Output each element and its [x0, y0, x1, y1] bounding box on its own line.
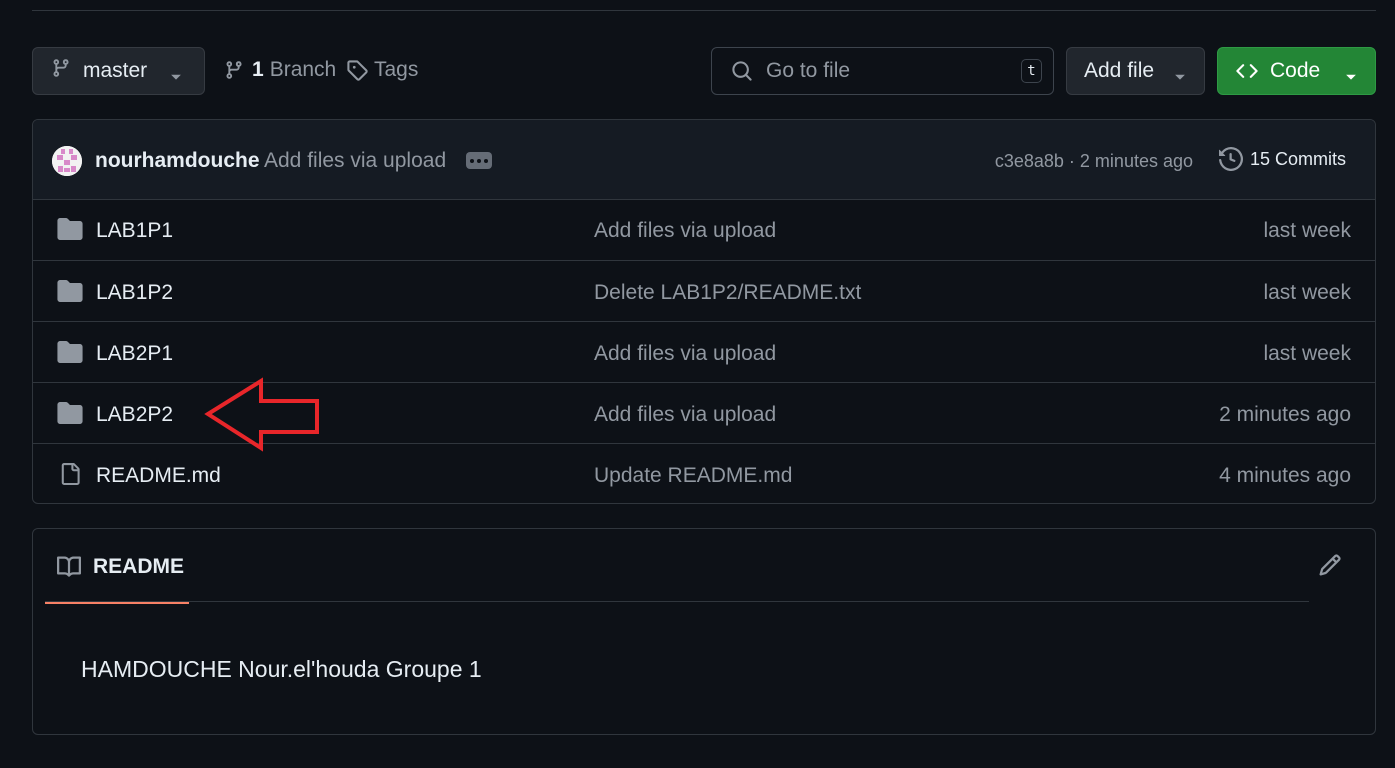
ellipsis-dot — [477, 158, 481, 163]
latest-commit-bar: nourhamdouche Add files via upload c3e8a… — [33, 120, 1375, 200]
meta-separator: · — [1068, 151, 1075, 171]
branches-link[interactable]: 1 Branch — [224, 58, 336, 82]
file-commit-message[interactable]: Update README.md — [594, 464, 792, 488]
folder-icon — [57, 280, 83, 307]
file-commit-time: 4 minutes ago — [1219, 464, 1351, 487]
code-label: Code — [1270, 59, 1321, 82]
file-name-link[interactable]: LAB2P2 — [96, 403, 173, 427]
file-row[interactable]: LAB2P1 Add files via upload last week — [33, 321, 1375, 382]
edit-readme-button[interactable] — [1318, 553, 1342, 577]
tab-readme[interactable]: README — [45, 529, 189, 604]
file-commit-message[interactable]: Add files via upload — [594, 403, 776, 427]
search-icon — [731, 60, 753, 82]
file-commit-time: last week — [1263, 342, 1351, 365]
file-name-link[interactable]: LAB1P2 — [96, 281, 173, 305]
tags-link[interactable]: Tags — [346, 58, 418, 82]
file-commit-time: last week — [1263, 281, 1351, 304]
readme-panel: README HAMDOUCHE Nour.el'houda Groupe 1 — [32, 528, 1376, 735]
readme-tab-label: README — [93, 555, 185, 578]
commits-history-link[interactable]: 15 Commits — [1219, 147, 1346, 171]
expand-commit-button[interactable] — [466, 152, 492, 169]
code-icon — [1236, 60, 1258, 82]
file-name-link[interactable]: LAB2P1 — [96, 342, 173, 366]
readme-divider — [45, 601, 1309, 602]
annotation-arrow — [204, 377, 319, 452]
caret-down-icon — [170, 65, 182, 89]
git-branch-icon — [51, 57, 71, 85]
branch-name: master — [83, 59, 148, 82]
folder-icon — [57, 341, 83, 368]
folder-icon — [57, 402, 83, 429]
readme-content: HAMDOUCHE Nour.el'houda Groupe 1 — [81, 656, 482, 682]
commits-count-label: 15 Commits — [1250, 148, 1347, 169]
history-icon — [1219, 147, 1243, 171]
commit-time: 2 minutes ago — [1079, 151, 1193, 171]
pencil-icon — [1318, 553, 1342, 577]
book-icon — [57, 555, 82, 584]
caret-down-icon — [1345, 65, 1357, 89]
file-row[interactable]: LAB1P1 Add files via upload last week — [33, 199, 1375, 260]
ellipsis-dot — [470, 158, 474, 163]
repo-toolbar: master 1 Branch Tags Go to file t Add fi… — [0, 0, 1395, 110]
add-file-label: Add file — [1084, 59, 1155, 82]
commit-author[interactable]: nourhamdouche — [95, 149, 260, 173]
file-icon — [59, 461, 81, 492]
tags-label: Tags — [374, 58, 419, 81]
tag-icon — [346, 59, 368, 81]
branch-count: 1 — [252, 58, 264, 81]
file-commit-time: 2 minutes ago — [1219, 403, 1351, 426]
file-name-link[interactable]: README.md — [96, 464, 221, 488]
branch-count-label: Branch — [269, 58, 337, 81]
file-commit-time: last week — [1263, 219, 1351, 242]
avatar[interactable] — [52, 146, 82, 176]
file-commit-message[interactable]: Delete LAB1P2/README.txt — [594, 281, 861, 305]
folder-icon — [57, 218, 83, 245]
ellipsis-dot — [484, 158, 488, 163]
file-name-link[interactable]: LAB1P1 — [96, 219, 173, 243]
file-commit-message[interactable]: Add files via upload — [594, 219, 776, 243]
commit-message[interactable]: Add files via upload — [264, 149, 446, 173]
code-button[interactable]: Code — [1217, 47, 1376, 95]
go-to-file-input[interactable]: Go to file t — [711, 47, 1054, 95]
git-branch-icon — [224, 59, 244, 81]
keyboard-shortcut-hint: t — [1021, 59, 1042, 83]
add-file-button[interactable]: Add file — [1066, 47, 1205, 95]
caret-down-icon — [1174, 65, 1186, 89]
search-placeholder: Go to file — [766, 59, 851, 82]
file-row[interactable]: LAB1P2 Delete LAB1P2/README.txt last week — [33, 260, 1375, 321]
commit-sha[interactable]: c3e8a8b — [995, 151, 1064, 171]
branch-selector-button[interactable]: master — [32, 47, 205, 95]
file-commit-message[interactable]: Add files via upload — [594, 342, 776, 366]
commit-meta: c3e8a8b · 2 minutes ago — [995, 151, 1193, 172]
